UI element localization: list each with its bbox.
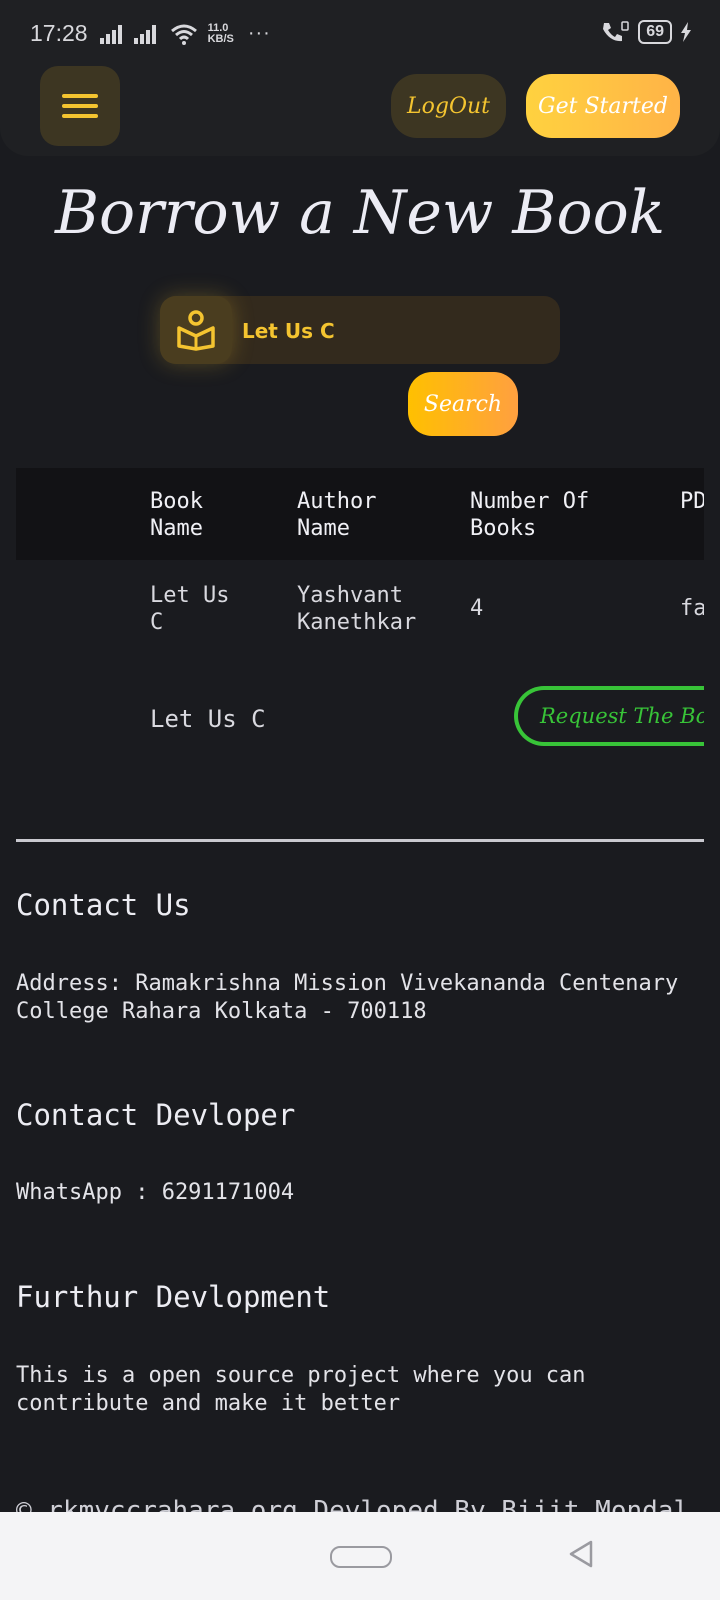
header-pdf: PD: [680, 489, 704, 514]
whatsapp-text: WhatsApp : 6291171004: [16, 1180, 295, 1205]
cell-author-name: Yashvant Kanethkar: [297, 583, 417, 635]
charging-icon: [681, 22, 691, 42]
cell-pdf: fa: [680, 596, 704, 621]
menu-icon: [62, 94, 98, 98]
book-reader-icon: [160, 296, 232, 364]
page-title: Borrow a New Book: [54, 178, 666, 248]
hamburger-menu-button[interactable]: [40, 66, 120, 146]
contact-developer-heading: Contact Devloper: [16, 1098, 296, 1132]
system-nav-bar: [0, 1512, 720, 1600]
book-search-bar: [160, 296, 560, 364]
header-author-name: Author Name: [297, 489, 377, 541]
address-text: Address: Ramakrishna Mission Vivekananda…: [16, 971, 679, 1024]
contact-us-heading: Contact Us: [16, 888, 191, 922]
status-time: 17:28: [30, 20, 88, 46]
signal-icon-2: [133, 24, 156, 44]
home-button[interactable]: [330, 1546, 392, 1568]
cell-book-name: Let Us C: [150, 583, 230, 635]
book-search-input[interactable]: [240, 310, 544, 352]
search-button[interactable]: Search: [408, 372, 518, 436]
navbar: LogOut Get Started: [0, 66, 720, 156]
more-dots: ···: [247, 22, 271, 44]
back-icon[interactable]: [568, 1540, 594, 1568]
table-header: Book Name Author Name Number Of Books PD: [16, 468, 704, 560]
logout-button[interactable]: LogOut: [391, 74, 506, 138]
section-divider: [16, 839, 704, 842]
status-bar: 17:28 11.0 KB/S ··· 69: [0, 0, 720, 66]
book-title-label: Let Us C: [150, 705, 266, 733]
call-icon: [603, 21, 629, 42]
header-number-of-books: Number Of Books: [470, 489, 590, 541]
further-development-text: This is a open source project where you …: [16, 1363, 586, 1416]
further-development-heading: Furthur Devlopment: [16, 1280, 331, 1314]
battery-indicator: 69: [638, 20, 672, 44]
cell-number-of-books: 4: [470, 596, 484, 621]
net-speed: 11.0 KB/S: [207, 21, 234, 45]
get-started-button[interactable]: Get Started: [526, 74, 680, 138]
wifi-icon: [170, 24, 197, 45]
books-table: Book Name Author Name Number Of Books PD…: [16, 468, 704, 758]
signal-icon: [99, 24, 122, 44]
header-book-name: Book Name: [150, 489, 203, 541]
request-book-button[interactable]: Request The Book: [514, 686, 704, 746]
